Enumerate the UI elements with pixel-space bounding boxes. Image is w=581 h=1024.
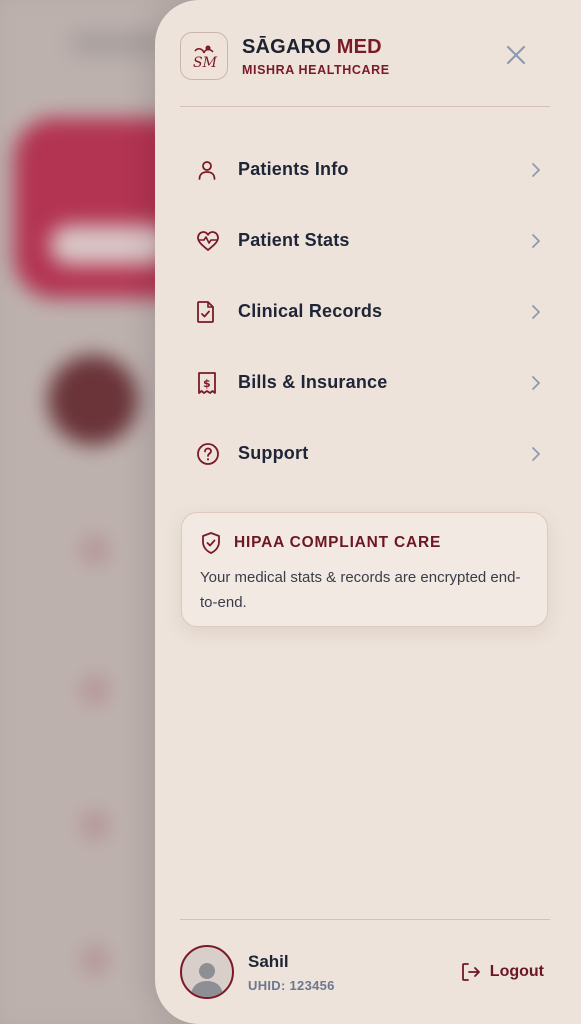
navigation-drawer: SM SĀGARO MED MISHRA HEALTHCARE Patients…: [155, 0, 581, 1024]
background-avatar: [48, 355, 138, 445]
brand-header: SM SĀGARO MED MISHRA HEALTHCARE: [180, 32, 390, 80]
user-footer: Sahil UHID: 123456 Logout: [180, 944, 550, 1000]
hipaa-card: HIPAA COMPLIANT CARE Your medical stats …: [181, 512, 548, 627]
receipt-dollar-icon: $: [198, 371, 216, 394]
menu-item-label: Patients Info: [238, 159, 349, 179]
background-dot: [80, 810, 110, 840]
hipaa-title: HIPAA COMPLIANT CARE: [234, 534, 442, 551]
menu-item-label: Support: [238, 443, 309, 463]
menu-item-bills-insurance[interactable]: $ Bills & Insurance: [180, 347, 550, 418]
menu-item-patient-stats[interactable]: Patient Stats: [180, 205, 550, 276]
brand-name: SĀGARO MED: [242, 36, 390, 59]
heart-pulse-icon: [197, 230, 219, 251]
avatar[interactable]: [180, 945, 234, 999]
background-header: [70, 30, 160, 56]
hipaa-description: Your medical stats & records are encrypt…: [200, 569, 521, 611]
menu-item-label: Bills & Insurance: [238, 372, 388, 392]
background-dot: [80, 945, 110, 975]
brand-logo: SM: [180, 32, 228, 80]
header-divider: [180, 106, 550, 107]
brand-subtitle: MISHRA HEALTHCARE: [242, 62, 390, 77]
background-dot: [80, 675, 110, 705]
help-circle-icon: [197, 442, 219, 465]
menu-list: Patients Info Patient Stats Clinical Rec…: [180, 134, 550, 489]
user-uhid: UHID: 123456: [248, 977, 335, 993]
background-dot: [80, 535, 110, 565]
chevron-right-icon: [532, 304, 540, 319]
svg-text:$: $: [203, 377, 211, 390]
chevron-right-icon: [532, 375, 540, 390]
caduceus-heart-icon: SM: [193, 45, 218, 71]
logout-icon: [461, 963, 480, 981]
user-icon: [198, 160, 216, 180]
chevron-right-icon: [532, 162, 540, 177]
chevron-right-icon: [532, 446, 540, 461]
document-check-icon: [197, 300, 214, 323]
logout-button[interactable]: Logout: [460, 961, 544, 983]
user-name: Sahil: [248, 951, 289, 971]
brand-name-accent: MED: [336, 35, 382, 58]
menu-item-clinical-records[interactable]: Clinical Records: [180, 276, 550, 347]
shield-check-icon: [202, 532, 220, 554]
menu-item-patients-info[interactable]: Patients Info: [180, 134, 550, 205]
menu-item-label: Clinical Records: [238, 301, 383, 321]
user-avatar-icon: [191, 963, 223, 997]
background-card-button: [50, 225, 170, 265]
svg-text:SM: SM: [193, 55, 218, 71]
brand-name-main: SĀGARO: [242, 35, 331, 58]
close-icon[interactable]: [503, 42, 529, 68]
footer-divider: [180, 919, 550, 920]
menu-item-support[interactable]: Support: [180, 418, 550, 489]
logout-label: Logout: [489, 963, 544, 980]
menu-item-label: Patient Stats: [238, 230, 350, 250]
chevron-right-icon: [532, 233, 540, 248]
